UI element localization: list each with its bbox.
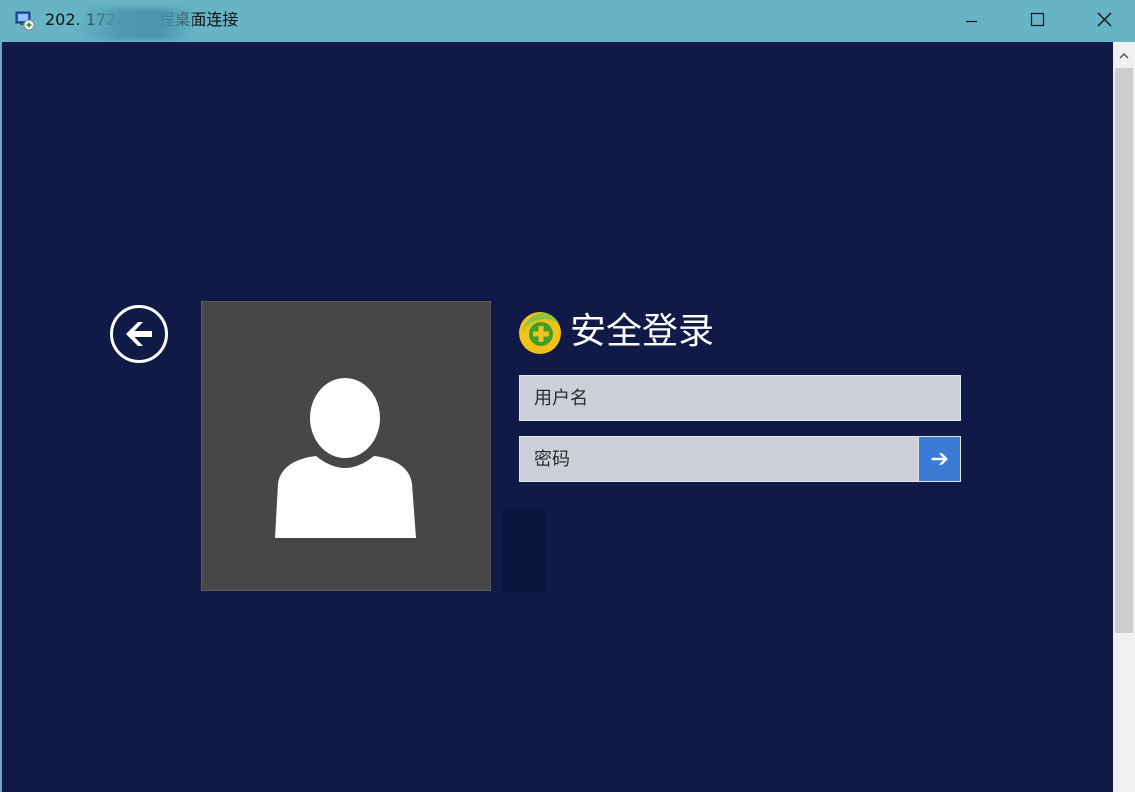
user-avatar-tile: [201, 301, 491, 591]
user-silhouette-icon: [275, 378, 416, 538]
back-button[interactable]: [108, 303, 170, 365]
remote-session-area[interactable]: 安全登录: [2, 42, 1113, 792]
password-field[interactable]: [519, 436, 961, 482]
redacted-address-blur: [78, 8, 194, 40]
title-bar[interactable]: 202. 1721 - 远程桌面连接: [0, 0, 1135, 42]
remote-desktop-icon: [15, 11, 35, 31]
username-field[interactable]: [519, 375, 961, 421]
password-input[interactable]: [520, 437, 918, 481]
remote-desktop-window: 202. 1721 - 远程桌面连接: [0, 0, 1135, 792]
back-arrow-icon: [110, 305, 168, 363]
username-input[interactable]: [520, 376, 960, 420]
360-shield-icon: [517, 309, 563, 355]
close-icon: [1097, 12, 1112, 27]
scroll-thumb[interactable]: [1115, 68, 1133, 633]
maximize-icon: [1030, 12, 1045, 27]
minimize-icon: [966, 20, 977, 23]
close-button[interactable]: [1073, 0, 1135, 42]
submit-button[interactable]: [918, 437, 960, 481]
scroll-up-button[interactable]: [1113, 42, 1135, 68]
arrow-right-icon: [931, 453, 948, 465]
chevron-up-icon: [1119, 52, 1129, 59]
vertical-scrollbar[interactable]: [1113, 42, 1135, 792]
minimize-button[interactable]: [940, 0, 1002, 42]
maximize-button[interactable]: [1006, 0, 1068, 42]
background-shadow: [502, 508, 546, 592]
login-title: 安全登录: [570, 311, 715, 352]
